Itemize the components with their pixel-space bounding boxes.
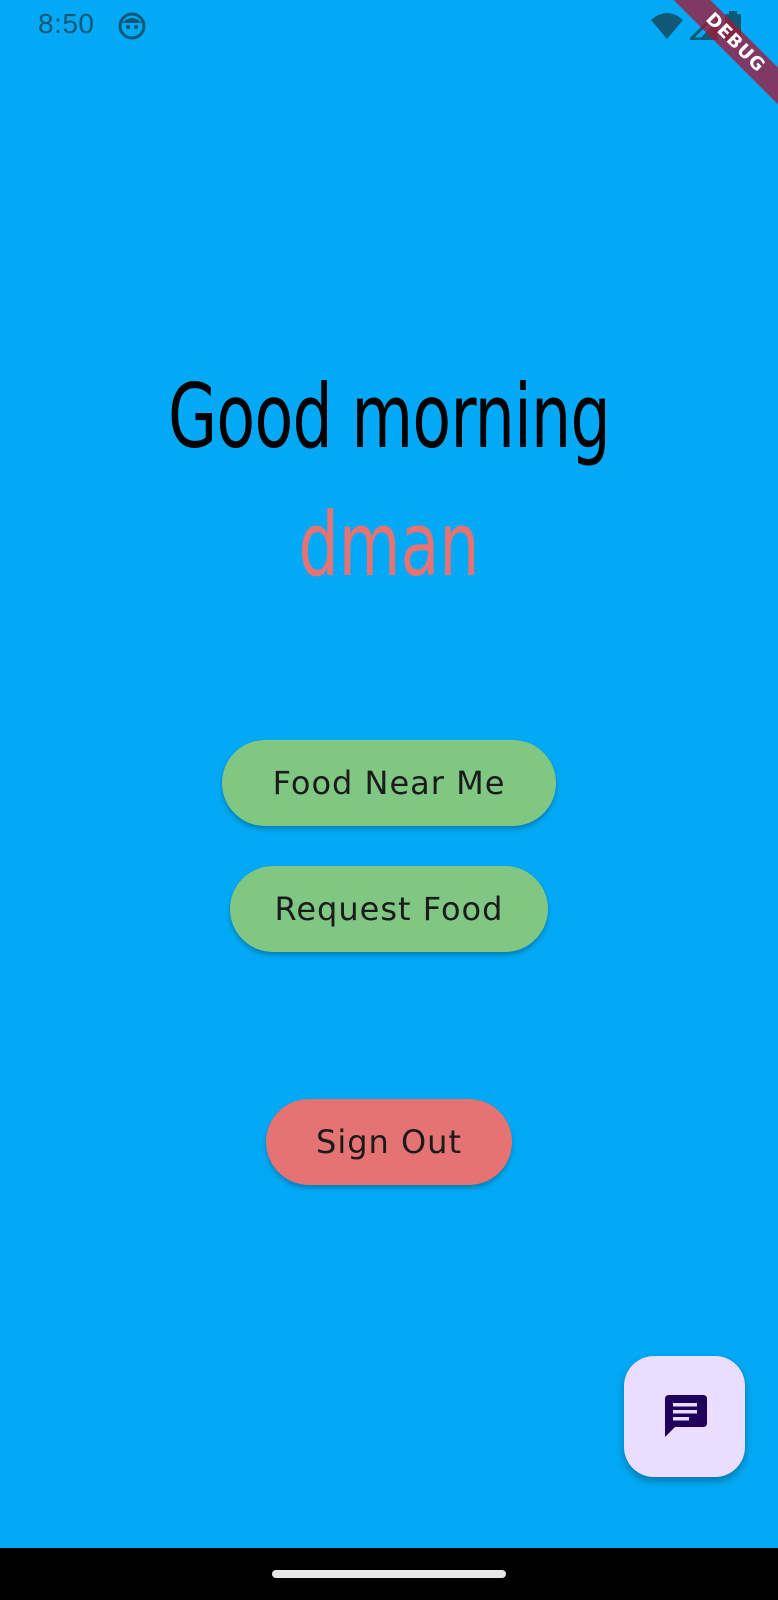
status-bar: 8:50	[0, 0, 778, 52]
status-time: 8:50	[38, 8, 95, 39]
username-text: dman	[298, 493, 480, 596]
battery-icon	[724, 11, 742, 45]
sign-out-label: Sign Out	[316, 1123, 462, 1161]
system-nav-bar	[0, 1548, 778, 1600]
status-icons	[650, 9, 742, 45]
request-food-label: Request Food	[274, 890, 504, 928]
home-indicator[interactable]	[272, 1570, 506, 1578]
sign-out-button[interactable]: Sign Out	[266, 1099, 512, 1185]
cell-signal-icon	[687, 9, 719, 44]
food-near-me-button[interactable]: Food Near Me	[222, 740, 556, 826]
request-food-button[interactable]: Request Food	[230, 866, 548, 952]
app-notification-icon	[117, 11, 147, 41]
chat-fab-button[interactable]	[624, 1356, 745, 1477]
wifi-icon	[650, 12, 684, 44]
greeting-text: Good morning	[168, 365, 611, 468]
chat-icon	[661, 1391, 709, 1443]
food-near-me-label: Food Near Me	[272, 764, 506, 802]
